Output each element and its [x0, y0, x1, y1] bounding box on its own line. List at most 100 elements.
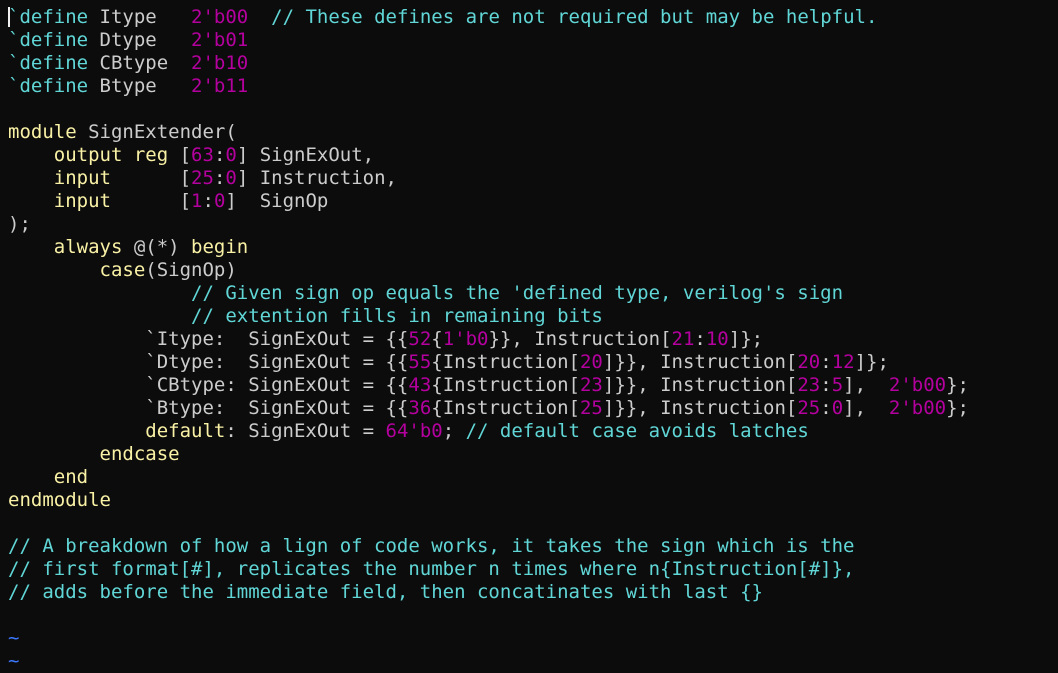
- code-line[interactable]: `Dtype: SignExOut = {{55{Instruction[20]…: [8, 351, 1058, 374]
- code-line[interactable]: end: [8, 466, 1058, 489]
- code-token: `CBtype: SignExOut = {{: [8, 374, 409, 396]
- code-token: 0: [831, 397, 844, 419]
- code-token: // extention fills in remaining bits: [191, 305, 603, 327]
- code-token: 2'b10: [191, 52, 249, 74]
- code-token: };: [946, 374, 969, 396]
- code-token: };: [946, 397, 969, 419]
- code-token: {Instruction[: [431, 351, 580, 373]
- code-line[interactable]: output reg [63:0] SignExOut,: [8, 144, 1058, 167]
- code-token: [: [168, 144, 192, 166]
- code-token: 2'b00: [191, 6, 249, 28]
- code-token: ],: [843, 397, 889, 419]
- code-token: {Instruction[: [431, 397, 580, 419]
- code-token: 0: [225, 167, 237, 189]
- code-line[interactable]: `Itype: SignExOut = {{52{1'b0}}, Instruc…: [8, 328, 1058, 351]
- code-token: ] SignOp: [225, 190, 329, 212]
- code-token: [: [110, 167, 192, 189]
- code-line[interactable]: // first format[#], replicates the numbe…: [8, 558, 1058, 581]
- code-line[interactable]: default: SignExOut = 64'b0; // default c…: [8, 420, 1058, 443]
- code-token: );: [8, 213, 31, 235]
- code-token: SignExtender(: [76, 121, 237, 143]
- code-line[interactable]: `define Btype 2'b11: [8, 75, 1058, 98]
- code-token: `define: [8, 75, 89, 97]
- code-token: 0: [213, 190, 226, 212]
- code-token: Itype: [88, 6, 192, 28]
- code-line[interactable]: // extention fills in remaining bits: [8, 305, 1058, 328]
- code-token: :: [213, 167, 226, 189]
- code-line[interactable]: endcase: [8, 443, 1058, 466]
- code-token: CBtype: [88, 52, 192, 74]
- code-line[interactable]: `define Dtype 2'b01: [8, 29, 1058, 52]
- code-token: `Dtype: SignExOut = {{: [8, 351, 409, 373]
- code-token: :: [820, 351, 832, 373]
- tilde-marker: ~: [8, 627, 20, 649]
- code-token: }}, Instruction[: [488, 328, 672, 350]
- code-token: (SignOp): [145, 259, 237, 281]
- code-editor[interactable]: `define Itype 2'b00 // These defines are…: [0, 0, 1058, 672]
- code-token: : SignExOut =: [225, 420, 386, 442]
- code-token: 25: [579, 397, 603, 419]
- empty-buffer-line[interactable]: ~: [8, 650, 1058, 673]
- code-line[interactable]: [8, 98, 1058, 121]
- code-line[interactable]: case(SignOp): [8, 259, 1058, 282]
- code-line[interactable]: );: [8, 213, 1058, 236]
- code-token: default: [145, 420, 226, 442]
- code-line[interactable]: input [1:0] SignOp: [8, 190, 1058, 213]
- code-token: 36: [408, 397, 432, 419]
- code-token: `define: [8, 6, 89, 28]
- code-token: 23: [797, 374, 821, 396]
- code-line[interactable]: input [25:0] Instruction,: [8, 167, 1058, 190]
- code-token: 2'b00: [888, 374, 947, 396]
- code-token: `Btype: SignExOut = {{: [8, 397, 409, 419]
- code-token: endcase: [99, 443, 180, 465]
- code-line[interactable]: [8, 604, 1058, 627]
- empty-buffer-line[interactable]: ~: [8, 627, 1058, 650]
- code-token: ]};: [854, 351, 889, 373]
- code-token: `Itype: SignExOut = {{: [8, 328, 409, 350]
- code-token: Dtype: [88, 29, 192, 51]
- code-line[interactable]: // adds before the immediate field, then…: [8, 581, 1058, 604]
- code-line[interactable]: `CBtype: SignExOut = {{43{Instruction[23…: [8, 374, 1058, 397]
- code-token: @(*): [122, 236, 192, 258]
- code-token: 12: [831, 351, 855, 373]
- code-token: 43: [408, 374, 432, 396]
- code-token: :: [820, 397, 832, 419]
- code-line[interactable]: [8, 512, 1058, 535]
- code-token: // default case avoids latches: [465, 420, 809, 442]
- code-token: :: [694, 328, 706, 350]
- code-token: ]}}, Instruction[: [602, 374, 798, 396]
- code-token: :: [213, 144, 226, 166]
- code-line[interactable]: endmodule: [8, 489, 1058, 512]
- code-token: begin: [191, 236, 249, 258]
- code-token: ;: [442, 420, 466, 442]
- code-token: :: [202, 190, 214, 212]
- code-line[interactable]: // A breakdown of how a lign of code wor…: [8, 535, 1058, 558]
- code-token: {: [431, 328, 443, 350]
- code-token: 20: [579, 351, 603, 373]
- code-line[interactable]: `Btype: SignExOut = {{36{Instruction[25]…: [8, 397, 1058, 420]
- code-line[interactable]: // Given sign op equals the 'defined typ…: [8, 282, 1058, 305]
- code-line[interactable]: module SignExtender(: [8, 121, 1058, 144]
- code-token: ]}}, Instruction[: [602, 351, 798, 373]
- code-token: output reg: [53, 144, 169, 166]
- code-token: 25: [191, 167, 214, 189]
- code-token: ]}}, Instruction[: [602, 397, 798, 419]
- code-token: ] Instruction,: [236, 167, 397, 189]
- code-token: 63: [191, 144, 214, 166]
- code-line[interactable]: `define CBtype 2'b10: [8, 52, 1058, 75]
- code-token: // first format[#], replicates the numbe…: [8, 558, 855, 580]
- code-line[interactable]: `define Itype 2'b00 // These defines are…: [8, 6, 1058, 29]
- code-token: 2'b00: [888, 397, 947, 419]
- code-line[interactable]: always @(*) begin: [8, 236, 1058, 259]
- code-token: // These defines are not required but ma…: [271, 6, 878, 28]
- code-token: // adds before the immediate field, then…: [8, 581, 763, 603]
- code-token: 2'b01: [191, 29, 249, 51]
